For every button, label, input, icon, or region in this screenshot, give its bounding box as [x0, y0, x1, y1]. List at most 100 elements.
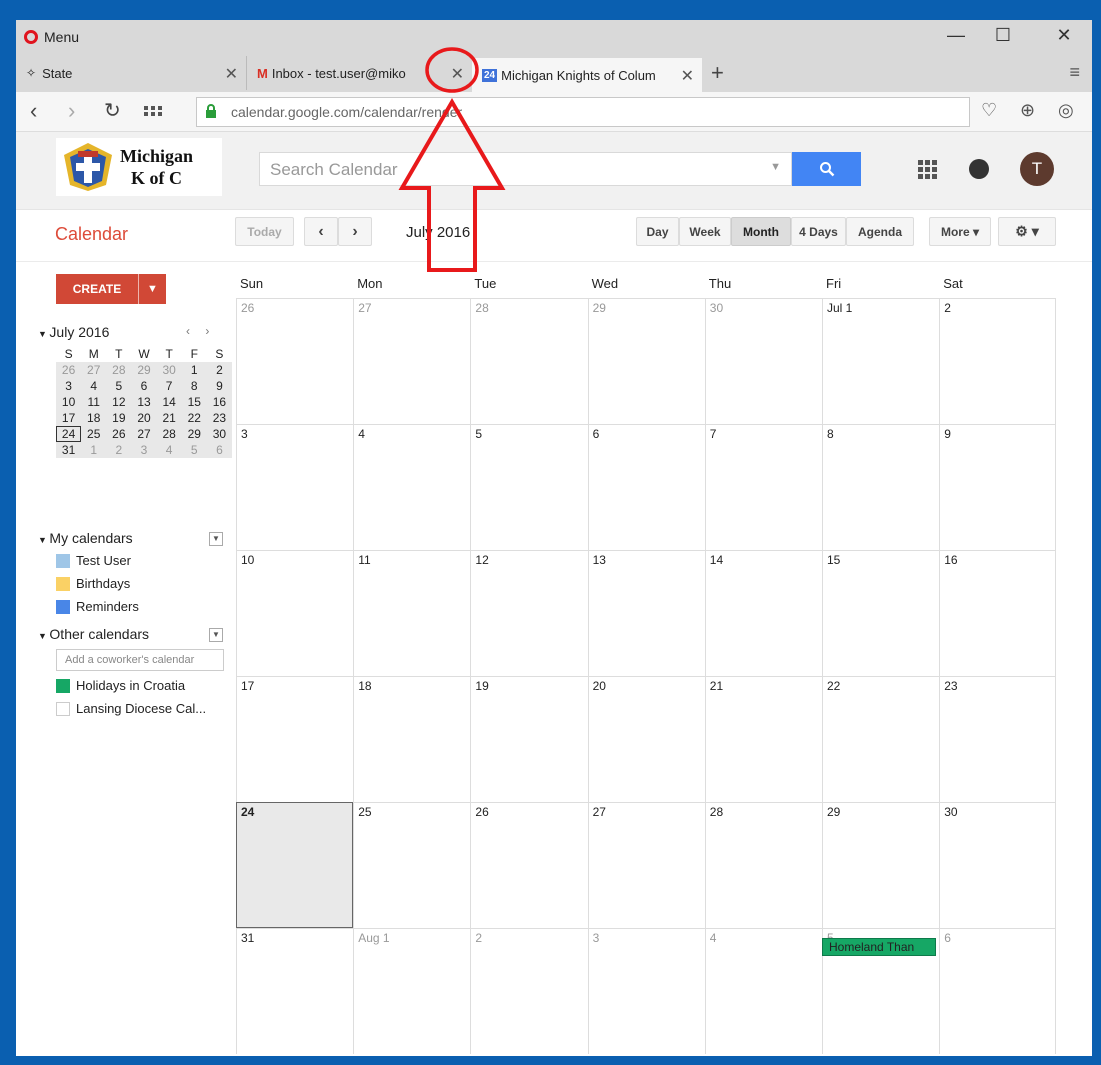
mini-day[interactable]: 2 [106, 442, 132, 458]
day-cell[interactable]: 28 [704, 802, 822, 928]
day-number[interactable]: 30 [710, 301, 723, 315]
mini-day[interactable]: 4 [156, 442, 182, 458]
day-cell[interactable]: 15 [822, 550, 940, 676]
calendar-color-swatch[interactable] [56, 599, 70, 614]
calendar-item[interactable]: Birthdays [56, 576, 130, 591]
mini-day[interactable]: 13 [131, 394, 157, 410]
day-cell[interactable]: 30 [704, 298, 822, 424]
day-number[interactable]: 23 [944, 679, 957, 693]
new-tab-icon[interactable]: + [711, 60, 724, 86]
my-calendars-menu-icon[interactable]: ▼ [209, 532, 223, 546]
maximize-icon[interactable]: ☐ [983, 25, 1023, 46]
more-button[interactable]: More ▾ [929, 217, 991, 246]
day-number[interactable]: Aug 1 [358, 931, 389, 945]
day-number[interactable]: 27 [593, 805, 606, 819]
mini-day[interactable]: 26 [56, 362, 82, 378]
day-number[interactable]: Jul 1 [827, 301, 852, 315]
search-input[interactable]: Search Calendar ▼ [259, 152, 792, 186]
day-number[interactable]: 29 [593, 301, 606, 315]
day-number[interactable]: 8 [827, 427, 834, 441]
mini-day[interactable]: 11 [81, 394, 107, 410]
view-week-button[interactable]: Week [679, 217, 731, 246]
day-cell[interactable]: 14 [704, 550, 822, 676]
calendar-color-swatch[interactable] [56, 553, 70, 568]
day-number[interactable]: 15 [827, 553, 840, 567]
speed-dial-icon[interactable] [144, 102, 162, 128]
back-icon[interactable]: ‹ [30, 98, 37, 124]
day-number[interactable]: 5 [475, 427, 482, 441]
create-button[interactable]: CREATE ▼ [56, 274, 166, 304]
day-cell[interactable]: 21 [704, 676, 822, 802]
mini-day[interactable]: 18 [81, 410, 107, 426]
today-button[interactable]: Today [235, 217, 294, 246]
day-cell[interactable]: 27 [587, 802, 705, 928]
day-cell[interactable]: 11 [353, 550, 471, 676]
mini-day[interactable]: 20 [131, 410, 157, 426]
day-number[interactable]: 3 [593, 931, 600, 945]
tab-menu-icon[interactable]: ≡ [1069, 62, 1080, 83]
day-cell[interactable]: 2 [470, 928, 588, 1054]
calendar-color-swatch[interactable] [56, 576, 70, 591]
settings-button[interactable]: ⚙ ▾ [998, 217, 1056, 246]
day-cell[interactable]: 26 [236, 298, 354, 424]
day-cell[interactable]: 2 [939, 298, 1057, 424]
calendar-item[interactable]: Test User [56, 553, 131, 568]
day-number[interactable]: 16 [944, 553, 957, 567]
mini-day[interactable]: 14 [156, 394, 182, 410]
notifications-icon[interactable] [969, 159, 989, 179]
day-cell[interactable]: 4 [353, 424, 471, 550]
search-button[interactable] [792, 152, 861, 186]
mini-day[interactable]: 1 [181, 362, 207, 378]
mini-day[interactable]: 16 [206, 394, 232, 410]
day-number[interactable]: 3 [241, 427, 248, 441]
calendar-item[interactable]: Holidays in Croatia [56, 678, 185, 693]
mini-month-title[interactable]: ▼ July 2016 [38, 324, 109, 340]
calendar-item[interactable]: Lansing Diocese Cal... [56, 701, 206, 716]
mini-day[interactable]: 24 [56, 426, 82, 442]
day-cell[interactable]: 9 [939, 424, 1057, 550]
mini-day[interactable]: 15 [181, 394, 207, 410]
day-number[interactable]: 13 [593, 553, 606, 567]
day-cell[interactable]: 8 [822, 424, 940, 550]
tab-close-icon[interactable]: ✕ [225, 64, 238, 84]
mini-day[interactable]: 17 [56, 410, 82, 426]
day-number[interactable]: 6 [593, 427, 600, 441]
mini-day[interactable]: 22 [181, 410, 207, 426]
day-number[interactable]: 14 [710, 553, 723, 567]
apps-grid-icon[interactable] [918, 160, 938, 180]
day-cell[interactable]: 13 [587, 550, 705, 676]
mini-day[interactable]: 29 [131, 362, 157, 378]
heart-icon[interactable]: ♡ [981, 100, 997, 121]
mini-day[interactable]: 12 [106, 394, 132, 410]
mini-day[interactable]: 2 [206, 362, 232, 378]
avatar[interactable]: T [1020, 152, 1054, 186]
mini-day[interactable]: 3 [56, 378, 82, 394]
view-4days-button[interactable]: 4 Days [791, 217, 846, 246]
day-number[interactable]: 2 [944, 301, 951, 315]
view-day-button[interactable]: Day [636, 217, 679, 246]
day-cell[interactable]: 29 [822, 802, 940, 928]
day-cell[interactable]: 22 [822, 676, 940, 802]
opera-menu-button[interactable]: Menu [24, 29, 79, 45]
mini-day[interactable]: 5 [106, 378, 132, 394]
view-month-button[interactable]: Month [731, 217, 791, 246]
mini-day[interactable]: 23 [206, 410, 232, 426]
calendar-item[interactable]: Reminders [56, 599, 139, 614]
search-options-icon[interactable]: ▼ [770, 161, 781, 173]
mini-day[interactable]: 6 [206, 442, 232, 458]
mini-day[interactable]: 6 [131, 378, 157, 394]
tab-close-icon[interactable]: ✕ [451, 64, 464, 84]
day-cell[interactable]: Jul 1 [822, 298, 940, 424]
day-cell[interactable]: 24 [236, 802, 354, 928]
day-number[interactable]: 19 [475, 679, 488, 693]
day-number[interactable]: 31 [241, 931, 254, 945]
day-cell[interactable]: 6 [939, 928, 1057, 1054]
forward-icon[interactable]: › [68, 98, 75, 124]
day-number[interactable]: 2 [475, 931, 482, 945]
kofc-logo[interactable]: Michigan K of C [56, 138, 222, 196]
day-number[interactable]: 28 [710, 805, 723, 819]
mini-day[interactable]: 3 [131, 442, 157, 458]
tab-state[interactable]: ✧ State ✕ [16, 56, 246, 90]
mini-day[interactable]: 26 [106, 426, 132, 442]
day-number[interactable]: 28 [475, 301, 488, 315]
